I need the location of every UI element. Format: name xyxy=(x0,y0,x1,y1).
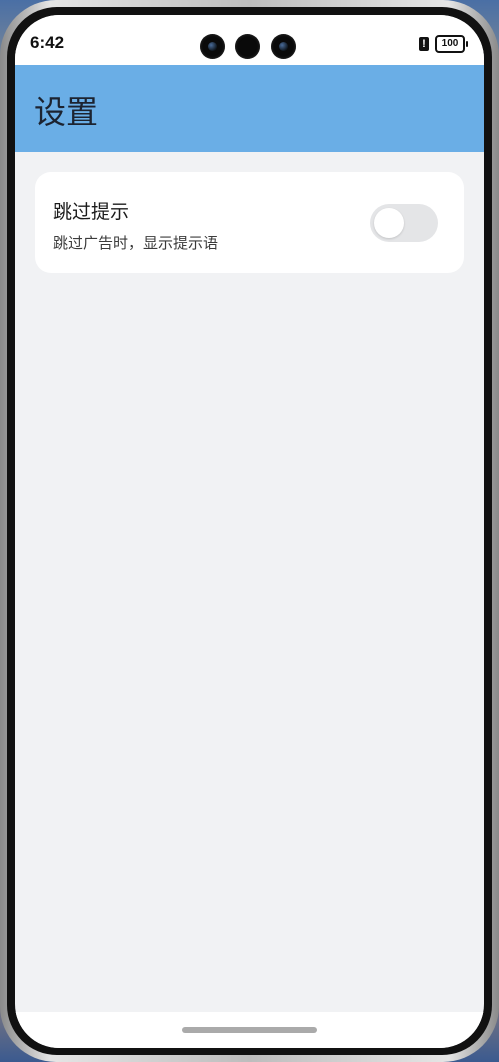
camera-lens-icon xyxy=(208,42,217,51)
sensor-icon xyxy=(235,34,260,59)
status-icons: ! 100 xyxy=(419,35,468,53)
setting-subtitle: 跳过广告时，显示提示语 xyxy=(53,234,219,252)
battery-tip xyxy=(466,41,468,47)
status-time: 6:42 xyxy=(30,33,65,52)
page-title: 设置 xyxy=(34,93,99,131)
skip-tip-toggle[interactable] xyxy=(370,204,438,242)
settings-card: 跳过提示 跳过广告时，显示提示语 xyxy=(35,172,464,273)
front-camera-icon xyxy=(271,34,296,59)
app-bar: 设置 xyxy=(15,65,484,152)
battery-level: 100 xyxy=(435,35,465,53)
battery-icon: 100 xyxy=(435,35,468,53)
phone-screen: 6:42 ! 100 设置 跳过提示 跳过广告时，显示提示语 xyxy=(15,15,484,1048)
alert-icon: ! xyxy=(419,37,429,51)
front-camera-icon xyxy=(200,34,225,59)
navigation-bar xyxy=(15,1012,484,1048)
camera-lens-icon xyxy=(279,42,288,51)
home-indicator[interactable] xyxy=(182,1027,317,1033)
setting-title: 跳过提示 xyxy=(53,201,130,223)
toggle-knob xyxy=(374,208,404,238)
status-bar: 6:42 ! 100 xyxy=(15,15,484,65)
